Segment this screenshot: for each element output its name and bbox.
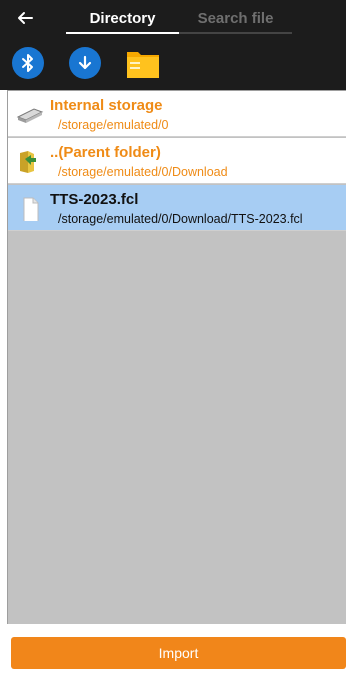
item-title: TTS-2023.fcl bbox=[50, 191, 139, 208]
tab-search-file[interactable]: Search file bbox=[179, 0, 292, 36]
file-picker-screen: Directory Search file Internal storage /… bbox=[0, 0, 346, 675]
bluetooth-icon bbox=[22, 54, 33, 72]
folder-up-icon bbox=[20, 151, 36, 173]
import-button[interactable]: Import bbox=[11, 637, 346, 669]
arrow-left-icon bbox=[18, 12, 33, 24]
file-list[interactable]: Internal storage /storage/emulated/0 ..(… bbox=[7, 90, 346, 624]
item-title: ..(Parent folder) bbox=[50, 144, 161, 161]
toolbar bbox=[0, 36, 346, 90]
bluetooth-button[interactable] bbox=[12, 47, 44, 79]
list-item[interactable]: Internal storage /storage/emulated/0 bbox=[8, 91, 346, 137]
top-bar: Directory Search file bbox=[0, 0, 346, 36]
file-icon bbox=[23, 197, 39, 221]
item-path: /storage/emulated/0/Download bbox=[58, 165, 228, 179]
list-item[interactable]: TTS-2023.fcl /storage/emulated/0/Downloa… bbox=[8, 185, 346, 231]
list-item[interactable]: ..(Parent folder) /storage/emulated/0/Do… bbox=[8, 138, 346, 184]
download-icon bbox=[78, 55, 92, 70]
back-button[interactable] bbox=[0, 0, 50, 36]
item-title: Internal storage bbox=[50, 97, 163, 114]
folder-button[interactable] bbox=[126, 47, 160, 79]
tab-directory[interactable]: Directory bbox=[66, 0, 179, 36]
download-button[interactable] bbox=[69, 47, 101, 79]
folder-icon bbox=[127, 52, 159, 78]
drive-icon bbox=[16, 108, 44, 123]
item-path: /storage/emulated/0 bbox=[58, 118, 169, 132]
tab-bar: Directory Search file bbox=[66, 0, 292, 36]
item-path: /storage/emulated/0/Download/TTS-2023.fc… bbox=[58, 212, 303, 226]
